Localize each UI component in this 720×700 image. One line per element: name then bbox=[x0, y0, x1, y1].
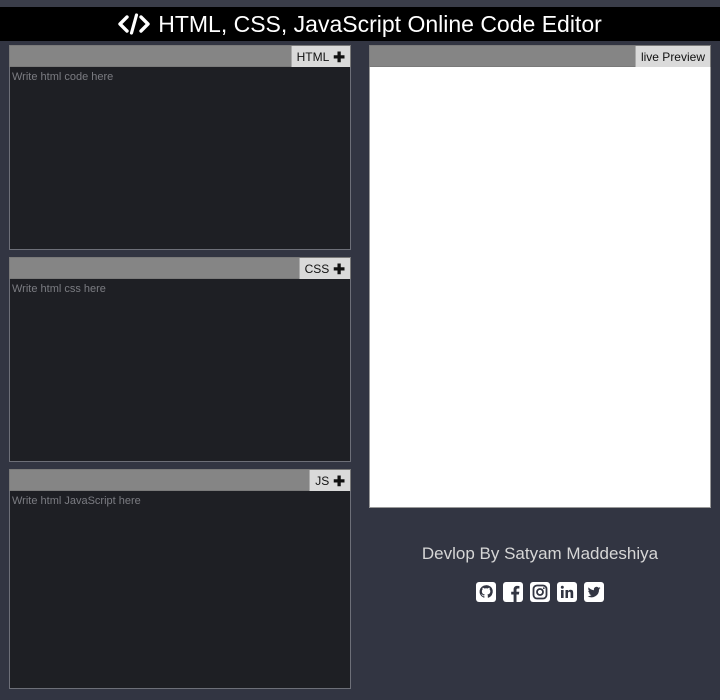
twitter-icon[interactable] bbox=[583, 581, 605, 603]
html-tab-label: HTML bbox=[296, 49, 330, 64]
html-editor-bar: HTML ✚ bbox=[9, 45, 351, 67]
js-tab-label: JS bbox=[315, 473, 330, 488]
js-editor-bar: JS ✚ bbox=[9, 469, 351, 491]
github-icon[interactable] bbox=[475, 581, 497, 603]
css-code-input[interactable] bbox=[9, 279, 351, 462]
live-preview-label: live Preview bbox=[640, 49, 705, 64]
css-editor-bar: CSS ✚ bbox=[9, 257, 351, 279]
footer-credit: Devlop By Satyam Maddeshiya bbox=[421, 544, 659, 563]
html-code-input[interactable] bbox=[9, 67, 351, 250]
app-header: HTML, CSS, JavaScript Online Code Editor bbox=[0, 7, 720, 41]
css-editor-panel: CSS ✚ bbox=[9, 257, 351, 462]
html-tab-button[interactable]: HTML ✚ bbox=[290, 46, 350, 67]
plus-icon: ✚ bbox=[333, 260, 345, 277]
code-icon bbox=[118, 13, 150, 35]
linkedin-icon[interactable] bbox=[556, 581, 578, 603]
plus-icon: ✚ bbox=[333, 48, 345, 65]
social-links bbox=[369, 581, 711, 603]
top-strip bbox=[0, 0, 720, 7]
js-code-input[interactable] bbox=[9, 491, 351, 689]
preview-bar: live Preview bbox=[369, 45, 711, 67]
js-editor-panel: JS ✚ bbox=[9, 469, 351, 689]
preview-frame[interactable] bbox=[369, 67, 711, 508]
html-editor-panel: HTML ✚ bbox=[9, 45, 351, 250]
css-tab-button[interactable]: CSS ✚ bbox=[298, 258, 350, 279]
live-preview-panel: live Preview bbox=[369, 45, 711, 508]
css-tab-label: CSS bbox=[304, 261, 330, 276]
plus-icon: ✚ bbox=[333, 472, 345, 489]
live-preview-tab[interactable]: live Preview bbox=[634, 46, 710, 67]
instagram-icon[interactable] bbox=[529, 581, 551, 603]
facebook-icon[interactable] bbox=[502, 581, 524, 603]
page-title: HTML, CSS, JavaScript Online Code Editor bbox=[158, 10, 602, 37]
js-tab-button[interactable]: JS ✚ bbox=[309, 470, 350, 491]
